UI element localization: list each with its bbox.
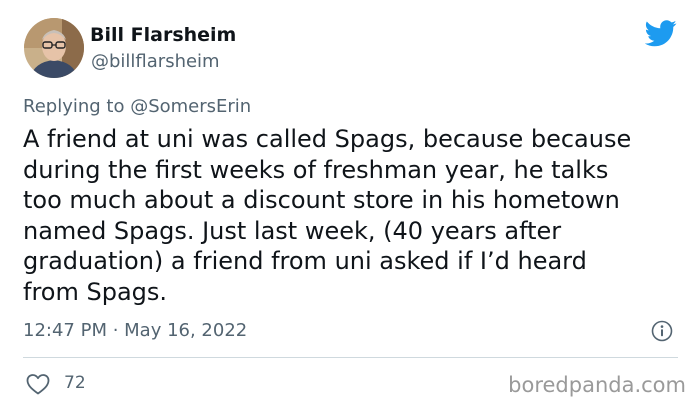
avatar[interactable] xyxy=(24,18,84,78)
profile-photo-icon xyxy=(24,18,84,78)
user-handle[interactable]: @billflarsheim xyxy=(91,51,220,72)
tweet-timestamp[interactable]: 12:47 PM · May 16, 2022 xyxy=(23,320,247,341)
tweet-card: Bill Flarsheim @billflarsheim Replying t… xyxy=(0,0,700,410)
replying-to: Replying to @SomersErin xyxy=(23,96,251,117)
tweet-text: A friend at uni was called Spags, becaus… xyxy=(23,125,632,306)
watermark: boredpanda.com xyxy=(508,373,686,397)
like-count: 72 xyxy=(64,373,86,393)
divider xyxy=(23,357,678,358)
twitter-bird-icon[interactable] xyxy=(645,20,677,47)
display-name[interactable]: Bill Flarsheim xyxy=(90,24,236,46)
replying-prefix: Replying to xyxy=(23,96,131,117)
heart-icon[interactable] xyxy=(26,373,50,395)
info-icon[interactable] xyxy=(651,320,673,342)
reply-mention-link[interactable]: @SomersErin xyxy=(130,96,251,117)
